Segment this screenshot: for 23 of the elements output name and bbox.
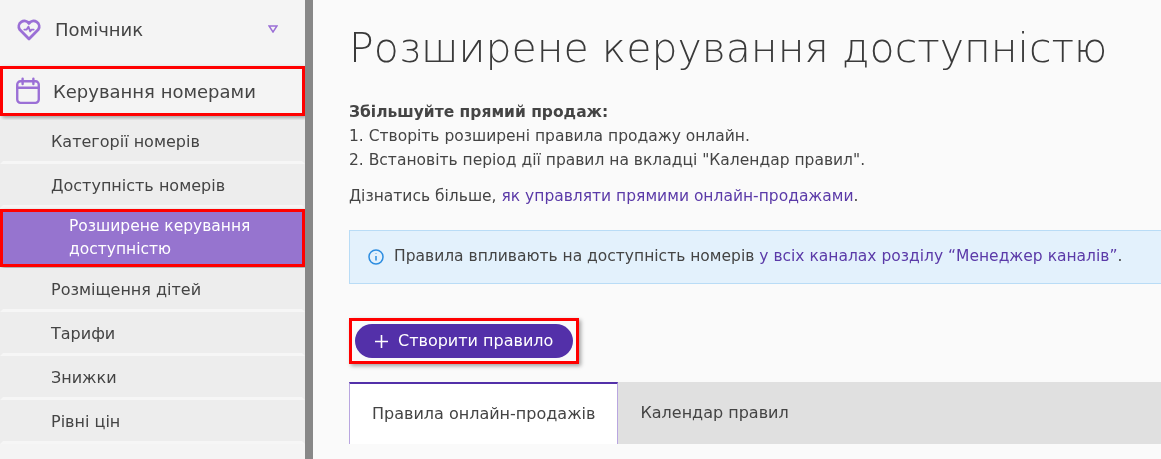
sidebar-item[interactable]: Розміщення дітей (0, 268, 305, 312)
info-text: Правила впливають на доступність номерів у всіх каналах розділу “Менеджер каналів”. (394, 246, 1123, 268)
intro-heading: Збільшуйте прямий продаж: (349, 102, 610, 123)
caret-icon (268, 25, 278, 33)
channels-link[interactable]: у всіх каналах розділу “Менеджер каналів” (759, 247, 1118, 266)
scrollbar[interactable] (305, 0, 313, 459)
tab[interactable]: Правила онлайн-продажів (349, 382, 619, 444)
sidebar-item[interactable]: Знижки (0, 356, 305, 400)
sidebar-section[interactable]: Керування номерами (0, 66, 305, 116)
sidebar-item[interactable]: Доступність номерів (0, 164, 305, 208)
info-icon (368, 249, 384, 265)
sidebar-item[interactable]: Категорії номерів (0, 120, 305, 164)
learn-more-text: Дізнатись більше, як управляти прямими онлайн-продажами. (349, 186, 860, 207)
calendar-icon (15, 77, 41, 105)
sidebar-item[interactable]: Розширене керування доступністю (0, 209, 305, 267)
plus-icon (375, 334, 388, 348)
sidebar-item[interactable]: Рівні цін (0, 400, 305, 444)
create-rule-button[interactable]: Створити правило (355, 324, 574, 358)
sidebar-item[interactable]: Тарифи (0, 312, 305, 356)
step-text: 1. Створіть розширені правила продажу онлайн. (349, 126, 751, 147)
step-text: 2. Встановіть період дії правил на вкладці "Календар правил". (349, 150, 867, 171)
learn-more-link[interactable]: як управляти прямими онлайн-продажами (501, 187, 854, 205)
page-title: Розширене керування доступністю (349, 23, 1109, 74)
